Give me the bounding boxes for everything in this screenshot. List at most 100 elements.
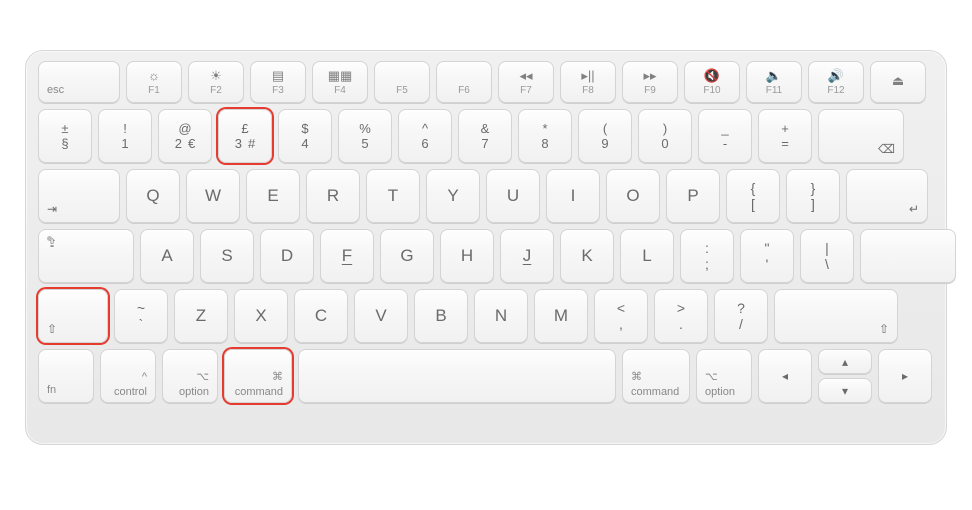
key-y[interactable]: Y bbox=[426, 169, 480, 223]
key-j[interactable]: J bbox=[500, 229, 554, 283]
key-f11[interactable]: 🔈F11 bbox=[746, 61, 802, 103]
key-f7[interactable]: ◂◂F7 bbox=[498, 61, 554, 103]
key-r[interactable]: R bbox=[306, 169, 360, 223]
key-9[interactable]: (9 bbox=[578, 109, 632, 163]
key-bracket-right[interactable]: }] bbox=[786, 169, 840, 223]
key-option-left[interactable]: ⌥option bbox=[162, 349, 218, 403]
key-arrow-down[interactable]: ▾ bbox=[818, 378, 872, 403]
key-enter-lower[interactable] bbox=[860, 229, 956, 283]
key-semicolon[interactable]: :; bbox=[680, 229, 734, 283]
key-shift-right[interactable]: ⇧ bbox=[774, 289, 898, 343]
brightness-up-icon: ☀ bbox=[210, 69, 222, 83]
key-space[interactable] bbox=[298, 349, 616, 403]
key-enter[interactable]: ↵ bbox=[846, 169, 928, 223]
key-f10[interactable]: 🔇F10 bbox=[684, 61, 740, 103]
row-numbers: ±§ !1 @2€ £3# $4 %5 ^6 &7 *8 (9 )0 _- +=… bbox=[38, 109, 934, 163]
option-icon: ⌥ bbox=[705, 370, 718, 383]
key-8[interactable]: *8 bbox=[518, 109, 572, 163]
key-f3[interactable]: ▤F3 bbox=[250, 61, 306, 103]
key-n[interactable]: N bbox=[474, 289, 528, 343]
key-k[interactable]: K bbox=[560, 229, 614, 283]
launchpad-icon: ▦▦ bbox=[328, 69, 353, 83]
key-control[interactable]: ^control bbox=[100, 349, 156, 403]
row-qwerty: ⇥ Q W E R T Y U I O P {[ }] ↵ bbox=[38, 169, 934, 223]
key-f12[interactable]: 🔊F12 bbox=[808, 61, 864, 103]
key-e[interactable]: E bbox=[246, 169, 300, 223]
key-backtick[interactable]: ~` bbox=[114, 289, 168, 343]
key-f1[interactable]: ☼F1 bbox=[126, 61, 182, 103]
key-3[interactable]: £3# bbox=[218, 109, 272, 163]
row-function: esc ☼F1 ☀F2 ▤F3 ▦▦F4 F5 F6 ◂◂F7 ▸||F8 ▸▸… bbox=[38, 61, 934, 103]
key-quote[interactable]: "' bbox=[740, 229, 794, 283]
key-f9[interactable]: ▸▸F9 bbox=[622, 61, 678, 103]
key-p[interactable]: P bbox=[666, 169, 720, 223]
shift-icon: ⇧ bbox=[879, 322, 889, 336]
key-g[interactable]: G bbox=[380, 229, 434, 283]
key-slash[interactable]: ?/ bbox=[714, 289, 768, 343]
key-o[interactable]: O bbox=[606, 169, 660, 223]
shift-icon: ⇧ bbox=[47, 322, 57, 336]
key-z[interactable]: Z bbox=[174, 289, 228, 343]
key-shift-left[interactable]: ⇧ bbox=[38, 289, 108, 343]
key-arrow-up[interactable]: ▴ bbox=[818, 349, 872, 374]
volume-up-icon: 🔊 bbox=[828, 69, 844, 83]
row-asdf: ⇪ A S D F G H J K L :; "' |\ bbox=[38, 229, 934, 283]
key-bracket-left[interactable]: {[ bbox=[726, 169, 780, 223]
key-eject[interactable]: ⏏ bbox=[870, 61, 926, 103]
key-l[interactable]: L bbox=[620, 229, 674, 283]
key-w[interactable]: W bbox=[186, 169, 240, 223]
key-option-right[interactable]: ⌥option bbox=[696, 349, 752, 403]
key-h[interactable]: H bbox=[440, 229, 494, 283]
key-1[interactable]: !1 bbox=[98, 109, 152, 163]
key-c[interactable]: C bbox=[294, 289, 348, 343]
key-a[interactable]: A bbox=[140, 229, 194, 283]
key-f2[interactable]: ☀F2 bbox=[188, 61, 244, 103]
key-f8[interactable]: ▸||F8 bbox=[560, 61, 616, 103]
key-5[interactable]: %5 bbox=[338, 109, 392, 163]
keyboard: esc ☼F1 ☀F2 ▤F3 ▦▦F4 F5 F6 ◂◂F7 ▸||F8 ▸▸… bbox=[25, 50, 947, 445]
arrow-cluster: ◂ ▴ ▾ ▸ bbox=[758, 349, 934, 403]
key-7[interactable]: &7 bbox=[458, 109, 512, 163]
key-command-right[interactable]: ⌘command bbox=[622, 349, 690, 403]
key-backspace[interactable]: ⌫ bbox=[818, 109, 904, 163]
key-d[interactable]: D bbox=[260, 229, 314, 283]
key-x[interactable]: X bbox=[234, 289, 288, 343]
mute-icon: 🔇 bbox=[704, 69, 720, 83]
key-period[interactable]: >. bbox=[654, 289, 708, 343]
rewind-icon: ◂◂ bbox=[519, 69, 532, 83]
key-capslock[interactable]: ⇪ bbox=[38, 229, 134, 283]
control-icon: ^ bbox=[142, 371, 147, 383]
key-q[interactable]: Q bbox=[126, 169, 180, 223]
key-f[interactable]: F bbox=[320, 229, 374, 283]
key-minus[interactable]: _- bbox=[698, 109, 752, 163]
backspace-icon: ⌫ bbox=[878, 142, 895, 156]
key-f6[interactable]: F6 bbox=[436, 61, 492, 103]
key-equals[interactable]: += bbox=[758, 109, 812, 163]
key-arrow-right[interactable]: ▸ bbox=[878, 349, 932, 403]
key-4[interactable]: $4 bbox=[278, 109, 332, 163]
key-arrow-left[interactable]: ◂ bbox=[758, 349, 812, 403]
key-command-left[interactable]: ⌘command bbox=[224, 349, 292, 403]
key-b[interactable]: B bbox=[414, 289, 468, 343]
key-t[interactable]: T bbox=[366, 169, 420, 223]
key-backslash[interactable]: |\ bbox=[800, 229, 854, 283]
key-fn[interactable]: fn bbox=[38, 349, 94, 403]
command-icon: ⌘ bbox=[631, 370, 642, 383]
key-comma[interactable]: <, bbox=[594, 289, 648, 343]
key-6[interactable]: ^6 bbox=[398, 109, 452, 163]
key-2[interactable]: @2€ bbox=[158, 109, 212, 163]
key-0[interactable]: )0 bbox=[638, 109, 692, 163]
tab-icon: ⇥ bbox=[47, 202, 57, 216]
key-f5[interactable]: F5 bbox=[374, 61, 430, 103]
key-f4[interactable]: ▦▦F4 bbox=[312, 61, 368, 103]
key-s[interactable]: S bbox=[200, 229, 254, 283]
key-m[interactable]: M bbox=[534, 289, 588, 343]
key-i[interactable]: I bbox=[546, 169, 600, 223]
key-section[interactable]: ±§ bbox=[38, 109, 92, 163]
key-tab[interactable]: ⇥ bbox=[38, 169, 120, 223]
key-u[interactable]: U bbox=[486, 169, 540, 223]
eject-icon: ⏏ bbox=[892, 74, 904, 88]
key-esc[interactable]: esc bbox=[38, 61, 120, 103]
mission-control-icon: ▤ bbox=[272, 69, 284, 83]
key-v[interactable]: V bbox=[354, 289, 408, 343]
